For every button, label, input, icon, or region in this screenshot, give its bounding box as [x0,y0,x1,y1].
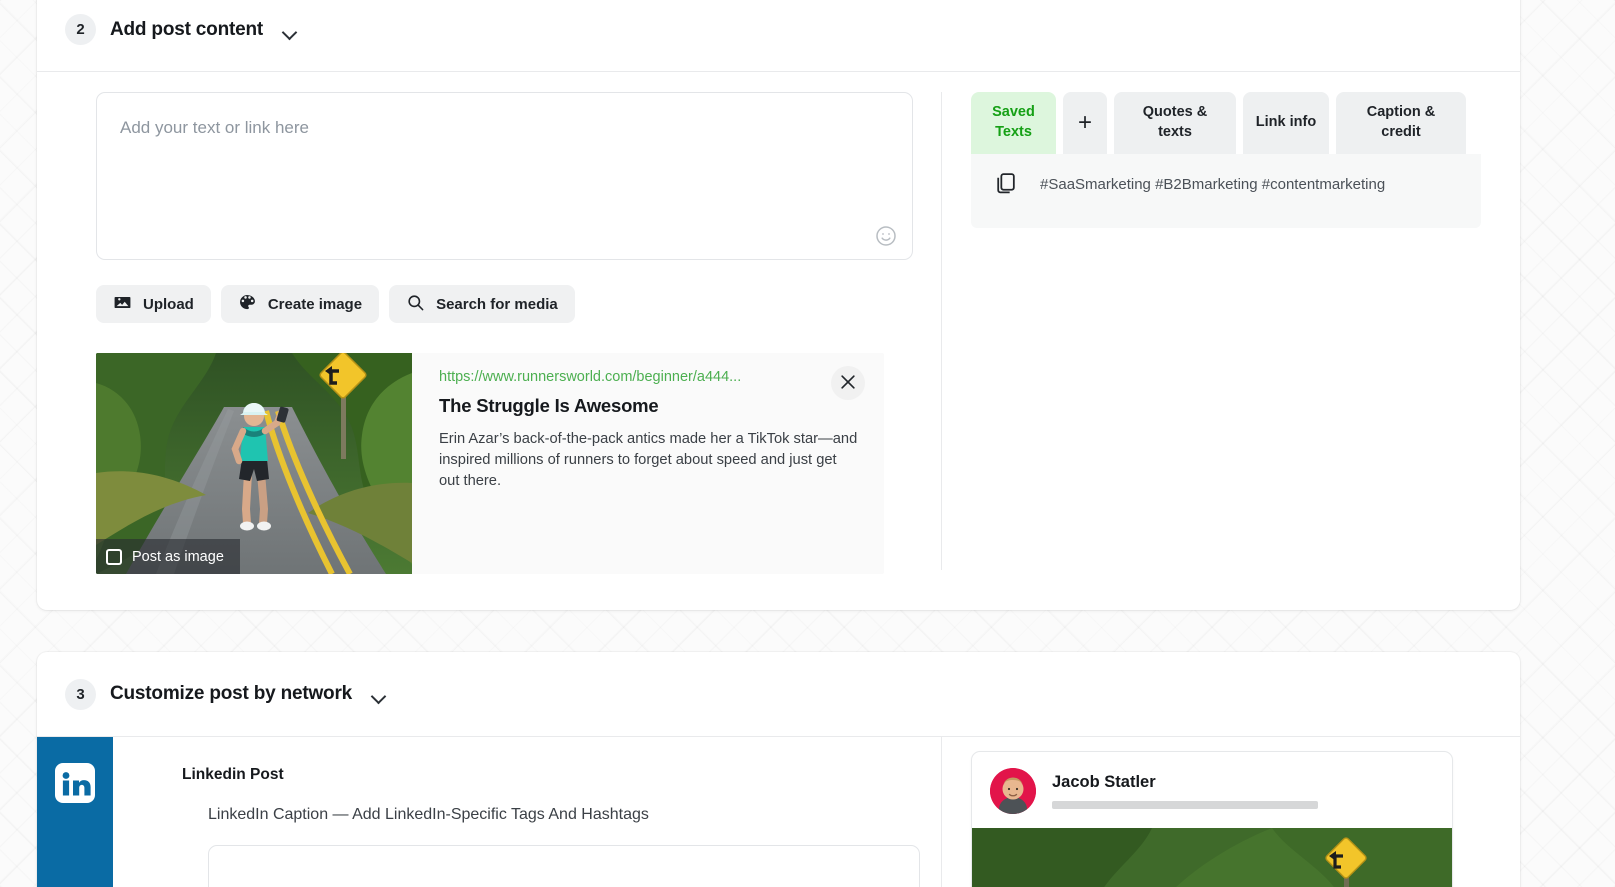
checkbox-icon[interactable] [106,548,122,565]
link-description: Erin Azar’s back-of-the-pack antics made… [439,431,858,489]
upload-button[interactable]: Upload [96,285,211,323]
smiley-icon[interactable] [874,224,898,248]
library-tabs: Saved Texts + Quotes & texts Link info C… [971,92,1481,154]
section-2-body: Add your text or link here Upload Create… [37,72,1520,609]
preview-meta-placeholder [1052,801,1318,809]
create-image-button-label: Create image [267,295,363,313]
add-post-content-card: 2 Add post content Add your text or link… [37,0,1520,610]
palette-icon [238,293,257,316]
step-number-badge: 2 [65,14,96,45]
tab-saved-texts[interactable]: Saved Texts [971,92,1056,154]
image-icon [113,293,132,316]
section-3-header[interactable]: 3 Customize post by network [37,652,1520,737]
panel-divider [941,92,942,570]
avatar [990,768,1036,814]
saved-texts-list: #SaaSmarketing #B2Bmarketing #contentmar… [971,154,1481,228]
post-as-image-toggle[interactable]: Post as image [96,539,240,574]
linkedin-caption-input[interactable] [208,845,920,887]
list-item[interactable]: #SaaSmarketing #B2Bmarketing #contentmar… [1040,171,1385,195]
composer-placeholder: Add your text or link here [120,118,309,137]
upload-button-label: Upload [143,295,194,313]
preview-image [972,828,1452,887]
tab-quotes-and-texts[interactable]: Quotes & texts [1114,92,1236,154]
search-icon [406,293,425,316]
preview-header: Jacob Statler [972,752,1452,828]
customize-post-by-network-card: 3 Customize post by network Linkedin Pos… [37,652,1520,887]
tab-caption-and-credit[interactable]: Caption & credit [1336,92,1466,154]
link-url[interactable]: https://www.runnersworld.com/beginner/a4… [439,369,860,385]
preview-divider [941,737,942,887]
create-image-button[interactable]: Create image [220,285,380,323]
network-rail-linkedin [37,737,113,887]
post-text-editor[interactable]: Add your text or link here [96,92,913,260]
section-3-title: Customize post by network [110,683,353,704]
step-number-badge: 3 [65,678,96,710]
media-actions: Upload Create image Search for media [96,285,575,323]
link-title: The Struggle Is Awesome [439,395,659,416]
add-saved-text-button[interactable]: + [1063,92,1107,154]
remove-link-preview-button[interactable] [831,366,865,400]
preview-author-name: Jacob Statler [1052,773,1156,791]
link-preview-card: Post as image https://www.runnersworld.c… [96,353,884,574]
content-library-panel: Saved Texts + Quotes & texts Link info C… [971,92,1481,228]
section-2-header[interactable]: 2 Add post content [37,0,1520,72]
chevron-down-icon[interactable] [281,23,299,41]
link-preview-thumbnail: Post as image [96,353,412,574]
page-title: Add post content [110,18,264,40]
copy-icon[interactable] [993,171,1018,201]
search-media-button[interactable]: Search for media [389,285,575,323]
network-customization-row: Linkedin Post LinkedIn Caption — Add Lin… [37,737,1520,887]
chevron-down-icon[interactable] [370,687,388,705]
preview-author-block: Jacob Statler [1052,773,1318,809]
post-as-image-label: Post as image [132,548,224,565]
close-icon [838,372,858,395]
search-media-button-label: Search for media [436,295,558,313]
tab-link-info[interactable]: Link info [1243,92,1329,154]
linkedin-icon [51,759,99,887]
linkedin-post-preview: Jacob Statler [971,751,1453,887]
link-preview-meta: https://www.runnersworld.com/beginner/a4… [412,353,884,574]
